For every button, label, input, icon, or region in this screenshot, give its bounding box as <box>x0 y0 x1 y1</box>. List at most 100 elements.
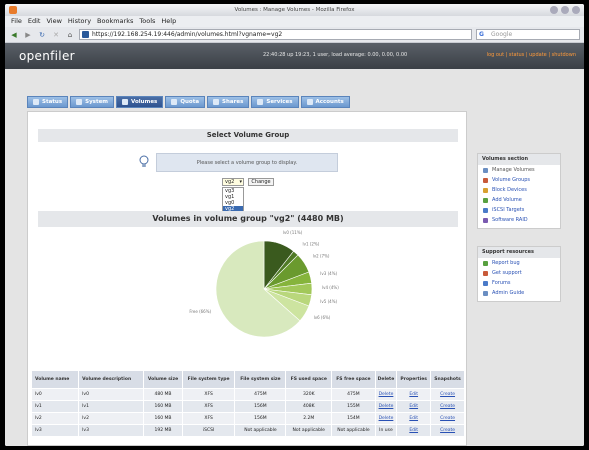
reload-icon[interactable]: ↻ <box>37 30 47 40</box>
report-bug-link[interactable]: Report bug <box>478 258 560 268</box>
table-row: lv3 lv3 192 MB iSCSI Not applicable Not … <box>30 424 465 437</box>
menu-help[interactable]: Help <box>161 16 176 27</box>
cell: 475M <box>234 388 287 401</box>
edit-link[interactable]: Edit <box>396 388 432 401</box>
pie-label-lv5: lv5 (4%) <box>320 299 337 304</box>
change-button[interactable]: Change <box>248 178 274 186</box>
create-snapshot-link[interactable]: Create <box>430 400 465 413</box>
cell: Not applicable <box>331 424 376 437</box>
window-titlebar: Volumes : Manage Volumes - Mozilla Firef… <box>5 4 584 16</box>
home-icon[interactable]: ⌂ <box>65 30 75 40</box>
tab-shares[interactable]: Shares <box>207 96 250 108</box>
menu-history[interactable]: History <box>68 16 91 27</box>
tab-label: System <box>85 98 109 105</box>
menu-view[interactable]: View <box>46 16 61 27</box>
iscsi-targets-link[interactable]: iSCSI Targets <box>478 205 560 215</box>
search-placeholder: Google <box>491 31 513 38</box>
edit-link[interactable]: Edit <box>396 400 432 413</box>
minimize-button[interactable] <box>550 6 558 14</box>
cell: lv3 <box>78 424 145 437</box>
tab-label: Shares <box>222 98 244 105</box>
cell: iSCSI <box>181 424 236 437</box>
accounts-icon <box>306 99 313 105</box>
cell: 154M <box>331 412 376 425</box>
get-support-link[interactable]: Get support <box>478 268 560 278</box>
maximize-button[interactable] <box>561 6 569 14</box>
software-raid-link[interactable]: Software RAID <box>478 215 560 225</box>
tab-quota[interactable]: Quota <box>165 96 206 108</box>
edit-link[interactable]: Edit <box>396 412 432 425</box>
pie-label-lv1: lv1 (2%) <box>303 242 320 247</box>
info-text: Please select a volume group to display. <box>196 160 298 166</box>
selected-value: vg2 <box>225 179 235 185</box>
create-snapshot-link[interactable]: Create <box>430 424 465 437</box>
openfiler-header: openfiler 22:40:28 up 19:23, 1 user, loa… <box>5 43 584 69</box>
block-devices-link[interactable]: Block Devices <box>478 185 560 195</box>
tab-system[interactable]: System <box>70 96 115 108</box>
tab-status[interactable]: Status <box>27 96 69 108</box>
col-fs-type: File system type <box>181 370 236 389</box>
url-bar[interactable]: https://192.168.254.19:446/admin/volumes… <box>79 29 472 40</box>
volume-groups-link[interactable]: Volume Groups <box>478 175 560 185</box>
google-icon[interactable]: G <box>479 30 484 40</box>
menu-file[interactable]: File <box>11 16 22 27</box>
manage-volumes-link[interactable]: Manage Volumes <box>478 165 560 175</box>
report-bug-icon <box>483 261 488 266</box>
page-body: Status System Volumes Quota Shares Servi… <box>5 69 584 446</box>
firefox-icon <box>9 6 17 14</box>
stop-icon[interactable]: ✕ <box>51 30 61 40</box>
cell: lv3 <box>30 424 80 437</box>
delete-link[interactable]: Delete <box>374 412 398 425</box>
header-links[interactable]: log out | status | update | shutdown <box>487 52 576 58</box>
table-row: lv1 lv1 160 MB XFS 156M 408K 155M Delete… <box>30 400 465 413</box>
link-label: Forums <box>492 280 511 286</box>
table-row: lv2 lv2 160 MB XFS 156M 2.2M 154M Delete… <box>30 412 465 425</box>
cell: 156M <box>234 412 287 425</box>
delete-link[interactable]: Delete <box>374 388 398 401</box>
create-snapshot-link[interactable]: Create <box>430 388 465 401</box>
admin-guide-link[interactable]: Admin Guide <box>478 288 560 298</box>
link-label: Manage Volumes <box>492 167 535 173</box>
pie-label-lv0: lv0 (11%) <box>283 230 303 235</box>
add-volume-link[interactable]: Add Volume <box>478 195 560 205</box>
col-volume-description: Volume description <box>78 370 145 389</box>
col-fs-used: FS used space <box>285 370 333 389</box>
back-icon[interactable]: ◀ <box>9 30 19 40</box>
volume-group-select[interactable]: vg2 <box>222 178 244 186</box>
close-button[interactable] <box>572 6 580 14</box>
link-label: Get support <box>492 270 522 276</box>
navigation-toolbar: ◀ ▶ ↻ ✕ ⌂ https://192.168.254.19:446/adm… <box>5 27 584 43</box>
lightbulb-icon <box>139 155 149 167</box>
cell: 408K <box>285 400 333 413</box>
menu-bookmarks[interactable]: Bookmarks <box>97 16 133 27</box>
pie-label-lv2: lv2 (7%) <box>313 254 330 259</box>
menu-tools[interactable]: Tools <box>139 16 155 27</box>
forums-link[interactable]: Forums <box>478 278 560 288</box>
delete-link[interactable]: Delete <box>374 400 398 413</box>
openfiler-logo: openfiler <box>19 49 75 63</box>
volume-group-dropdown: vg3 vg1 vg0 vg2 <box>222 187 244 213</box>
tab-label: Volumes <box>131 98 158 105</box>
col-volume-size: Volume size <box>143 370 183 389</box>
table-row: lv0 lv0 480 MB XFS 475M 320K 475M Delete… <box>30 388 465 401</box>
edit-link[interactable]: Edit <box>396 424 432 437</box>
tab-services[interactable]: Services <box>251 96 299 108</box>
forward-icon[interactable]: ▶ <box>23 30 33 40</box>
main-content: Select Volume Group Please select a volu… <box>27 111 467 446</box>
search-input[interactable]: G Google <box>476 29 580 40</box>
volume-pie-chart: lv0 (11%) lv1 (2%) lv2 (7%) lv3 (4%) lv4 (4%… <box>189 230 339 338</box>
tab-accounts[interactable]: Accounts <box>300 96 350 108</box>
create-snapshot-link[interactable]: Create <box>430 412 465 425</box>
site-identity-icon[interactable] <box>82 31 89 38</box>
link-label: Add Volume <box>492 197 522 203</box>
tab-volumes[interactable]: Volumes <box>116 96 164 108</box>
link-label: Admin Guide <box>492 290 525 296</box>
support-resources-panel: Support resources Report bug Get support… <box>477 246 561 302</box>
table-header-row: Volume name Volume description Volume si… <box>30 370 465 389</box>
cell: lv1 <box>78 400 145 413</box>
pie-label-lv4: lv4 (4%) <box>322 285 339 290</box>
iscsi-targets-icon <box>483 208 488 213</box>
menu-edit[interactable]: Edit <box>28 16 41 27</box>
tab-label: Services <box>266 98 293 105</box>
cell: 155M <box>331 400 376 413</box>
